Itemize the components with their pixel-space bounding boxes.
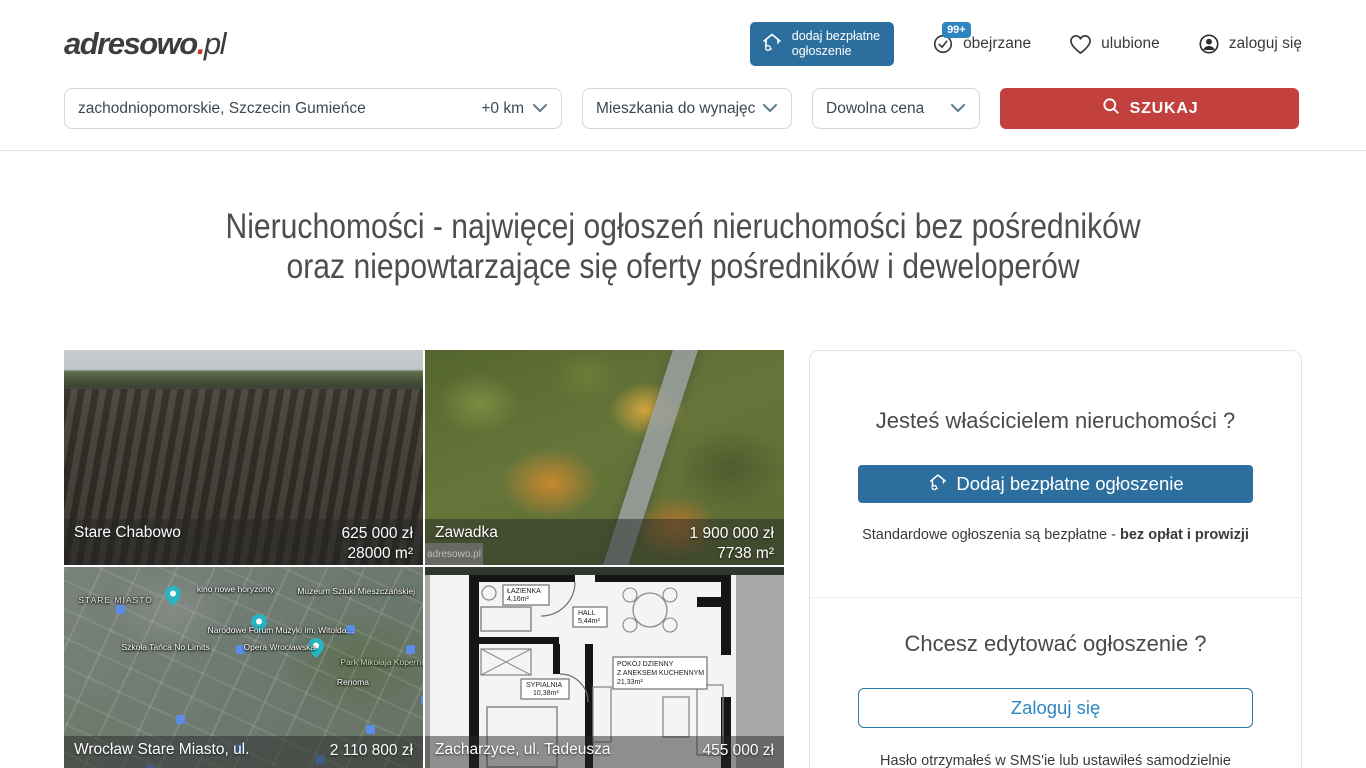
category-select[interactable]: Mieszkania do wynajęc: [582, 88, 792, 129]
listing-caption: Stare Chabowo 625 000 zł 28000 m²: [64, 519, 423, 565]
login-link[interactable]: zaloguj się: [1198, 33, 1302, 55]
map-label: Opera Wrocławska: [244, 642, 316, 652]
listing-area: 28000 m²: [341, 544, 413, 564]
chevron-down-icon: [950, 100, 966, 118]
sidebar-login-label: Zaloguj się: [1011, 697, 1100, 719]
chevron-down-icon: [762, 100, 778, 118]
add-listing-label: dodaj bezpłatne ogłoszenie: [792, 29, 880, 59]
radius-select[interactable]: +0 km: [481, 100, 548, 118]
svg-text:5,44m²: 5,44m²: [578, 618, 600, 625]
listing-price: 1 900 000 zł: [690, 524, 774, 544]
location-input[interactable]: zachodniopomorskie, Szczecin Gumieńce +0…: [64, 88, 562, 129]
logo-dot: .: [197, 26, 204, 61]
category-value: Mieszkania do wynajęc: [596, 100, 755, 118]
search-bar: zachodniopomorskie, Szczecin Gumieńce +0…: [0, 88, 1366, 151]
price-value: Dowolna cena: [826, 100, 924, 118]
add-listing-button[interactable]: dodaj bezpłatne ogłoszenie: [750, 22, 894, 66]
sidebar-add-listing-label: Dodaj bezpłatne ogłoszenie: [956, 473, 1183, 495]
photo-watermark: adresowo.pl: [425, 543, 483, 565]
svg-text:POKÓJ DZIENNY: POKÓJ DZIENNY: [617, 659, 674, 668]
login-label: zaloguj się: [1229, 35, 1302, 53]
listing-caption: Zacharzyce, ul. Tadeusza 455 000 zł: [425, 736, 784, 768]
map-label: Muzeum Sztuki Mieszczańskiej: [297, 586, 398, 596]
svg-text:SYPIALNIA: SYPIALNIA: [526, 682, 563, 689]
page: adresowo.pl dodaj bezpłatne ogłoszenie 9…: [0, 0, 1366, 768]
hero: Nieruchomości - najwięcej ogłoszeń nieru…: [0, 207, 1366, 287]
favorites-link[interactable]: ulubione: [1069, 34, 1160, 55]
logo-name: adresowo: [64, 26, 197, 61]
sidebar-add-listing-button[interactable]: Dodaj bezpłatne ogłoszenie: [858, 465, 1253, 503]
main-content: Stare Chabowo 625 000 zł 28000 m² adreso…: [0, 350, 1366, 768]
sidebar-login-button[interactable]: Zaloguj się: [858, 688, 1253, 728]
listing-name: Wrocław Stare Miasto, ul.: [74, 741, 249, 768]
listing-caption: Wrocław Stare Miasto, ul. 2 110 800 zł: [64, 736, 423, 768]
sidebar-panel: Jesteś właścicielem nieruchomości ? Doda…: [809, 350, 1302, 768]
house-plus-icon: [760, 30, 784, 58]
map-label: STARE MIASTO: [78, 595, 153, 605]
viewed-count-badge: 99+: [942, 22, 971, 38]
map-label: Narodowe Forum Muzyki im. Witolda...: [208, 625, 280, 635]
map-label: Renoma: [337, 677, 369, 687]
chevron-down-icon: [532, 100, 548, 118]
svg-text:ŁAZIENKA: ŁAZIENKA: [507, 588, 541, 595]
header-actions: dodaj bezpłatne ogłoszenie 99+ obejrzane: [750, 22, 1302, 66]
page-title: Nieruchomości - najwięcej ogłoszeń nieru…: [225, 207, 1140, 287]
sidebar-divider: [810, 597, 1301, 598]
house-plus-icon: [927, 471, 949, 498]
svg-text:10,38m²: 10,38m²: [533, 690, 559, 697]
listings-grid: Stare Chabowo 625 000 zł 28000 m² adreso…: [64, 350, 784, 768]
svg-text:Z ANEKSEM KUCHENNYM: Z ANEKSEM KUCHENNYM: [617, 670, 704, 677]
svg-text:21,33m²: 21,33m²: [617, 679, 643, 686]
listing-card[interactable]: STARE MIASTO kino nowe horyzonty Muzeum …: [64, 567, 423, 768]
listing-card[interactable]: adresowo.pl Zawadka 1 900 000 zł 7738 m²: [425, 350, 784, 565]
header: adresowo.pl dodaj bezpłatne ogłoszenie 9…: [0, 0, 1366, 88]
map-marker-icon: [116, 605, 125, 614]
edit-heading: Chcesz edytować ogłoszenie ?: [858, 631, 1253, 657]
map-pin-icon: [165, 586, 181, 611]
listing-card[interactable]: ŁAZIENKA 4,16m² HALL 5,44m² POKÓJ DZIENN…: [425, 567, 784, 768]
listing-price: 455 000 zł: [702, 741, 774, 761]
logo[interactable]: adresowo.pl: [64, 26, 225, 62]
map-label: kino nowe horyzonty: [197, 584, 275, 594]
search-icon: [1101, 96, 1121, 121]
svg-text:HALL: HALL: [578, 610, 596, 617]
map-label: Park Mikołaja Kopernika: [340, 657, 423, 667]
map-label: Szkoła Tańca No Limits: [121, 642, 209, 652]
listing-card[interactable]: Stare Chabowo 625 000 zł 28000 m²: [64, 350, 423, 565]
heart-icon: [1069, 34, 1092, 55]
radius-value: +0 km: [481, 100, 524, 118]
listing-name: Stare Chabowo: [74, 524, 181, 565]
logo-tld: pl: [204, 26, 225, 61]
viewed-link[interactable]: 99+ obejrzane: [932, 33, 1031, 55]
search-button[interactable]: SZUKAJ: [1000, 88, 1299, 129]
price-select[interactable]: Dowolna cena: [812, 88, 980, 129]
listing-name: Zacharzyce, ul. Tadeusza: [435, 741, 610, 768]
location-value: zachodniopomorskie, Szczecin Gumieńce: [78, 100, 366, 118]
user-icon: [1198, 33, 1220, 55]
owner-heading: Jesteś właścicielem nieruchomości ?: [858, 408, 1253, 434]
search-button-label: SZUKAJ: [1130, 100, 1199, 118]
viewed-label: obejrzane: [963, 35, 1031, 53]
listing-area: 7738 m²: [690, 544, 774, 564]
owner-note: Standardowe ogłoszenia są bezpłatne - be…: [858, 527, 1253, 543]
favorites-label: ulubione: [1101, 35, 1160, 53]
svg-text:4,16m²: 4,16m²: [507, 596, 529, 603]
edit-note: Hasło otrzymałeś w SMS'ie lub ustawiłeś …: [858, 753, 1253, 768]
listing-price: 2 110 800 zł: [330, 741, 413, 761]
listing-price: 625 000 zł: [341, 524, 413, 544]
